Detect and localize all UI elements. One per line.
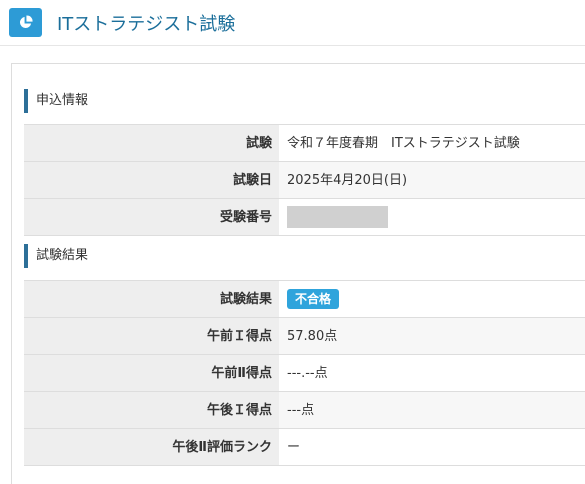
table-row-exam: 試験 令和７年度春期 ITストラテジスト試験 <box>24 125 585 162</box>
table-row-examinee-number: 受験番号 <box>24 199 585 236</box>
row-label: 受験番号 <box>24 199 279 235</box>
table-row-result: 試験結果 不合格 <box>24 281 585 318</box>
table-row-pm2-rank: 午後Ⅱ評価ランク ー <box>24 429 585 466</box>
row-label: 午前Ⅱ得点 <box>24 355 279 391</box>
section-title-results: 試験結果 <box>24 244 88 268</box>
pie-chart-icon <box>19 15 33 29</box>
row-value <box>279 199 585 235</box>
row-value: 2025年4月20日(日) <box>279 162 585 198</box>
row-value: ---.--点 <box>287 365 328 381</box>
app-icon-tile <box>9 8 42 37</box>
row-label: 午前Ｉ得点 <box>24 318 279 354</box>
row-label: 試験日 <box>24 162 279 198</box>
results-table: 試験結果 不合格 午前Ｉ得点 57.80点 午前Ⅱ得点 ---.--点 午後Ｉ得… <box>24 280 585 466</box>
table-row-am2-score: 午前Ⅱ得点 ---.--点 <box>24 355 585 392</box>
table-row-am1-score: 午前Ｉ得点 57.80点 <box>24 318 585 355</box>
row-value: ー <box>287 439 301 455</box>
page-header: ITストラテジスト試験 <box>0 0 585 46</box>
row-value: 57.80点 <box>279 318 585 354</box>
row-value: ---点 <box>279 392 585 428</box>
row-value: 不合格 <box>279 281 585 317</box>
redacted-examinee-number <box>287 206 388 228</box>
row-label: 午後Ｉ得点 <box>24 392 279 428</box>
status-badge: 不合格 <box>287 289 340 309</box>
row-label: 午後Ⅱ評価ランク <box>24 429 279 465</box>
table-row-pm1-score: 午後Ｉ得点 ---点 <box>24 392 585 429</box>
row-value: 令和７年度春期 ITストラテジスト試験 <box>287 135 520 151</box>
row-label: 試験結果 <box>24 281 279 317</box>
page-title: ITストラテジスト試験 <box>57 14 236 35</box>
section-title-application: 申込情報 <box>24 89 88 113</box>
table-row-exam-date: 試験日 2025年4月20日(日) <box>24 162 585 199</box>
row-label: 試験 <box>24 125 279 161</box>
application-info-table: 試験 令和７年度春期 ITストラテジスト試験 試験日 2025年4月20日(日)… <box>24 124 585 236</box>
